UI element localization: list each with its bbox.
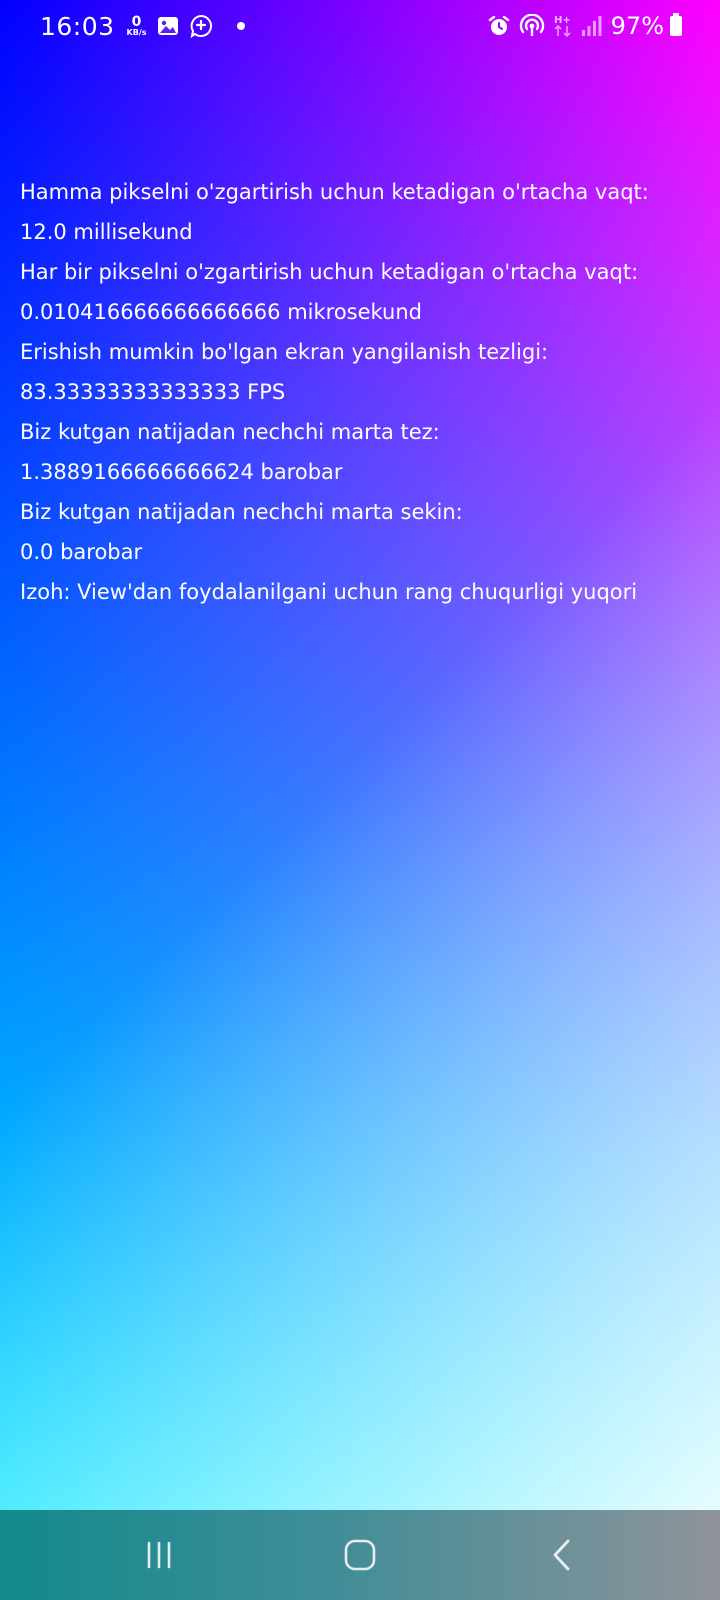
app-screen: 16:03 0 KB/s H+ 97% Hamma pikselni o'zga… — [0, 0, 720, 1600]
status-time: 16:03 — [40, 11, 115, 41]
result-line: Hamma pikselni o'zgartirish uchun ketadi… — [20, 180, 649, 204]
result-line: 12.0 millisekund — [20, 220, 193, 244]
recents-button[interactable] — [134, 1530, 184, 1580]
result-line: Biz kutgan natijadan nechchi marta tez: — [20, 420, 440, 444]
status-left: 16:03 0 KB/s — [40, 10, 245, 42]
notification-dot-icon — [236, 22, 245, 30]
back-icon — [553, 1539, 570, 1571]
gallery-icon — [157, 16, 179, 36]
back-button[interactable] — [537, 1530, 587, 1580]
battery-icon — [670, 13, 682, 36]
result-line: Erishish mumkin bo'lgan ekran yangilanis… — [20, 340, 549, 364]
network-speed-unit: KB/s — [126, 28, 147, 37]
result-line: 1.3889166666666624 barobar — [20, 460, 343, 484]
svg-text:H+: H+ — [554, 15, 571, 26]
alarm-icon — [487, 14, 511, 38]
result-line: 0.0 barobar — [20, 540, 143, 564]
status-right: H+ 97% — [487, 10, 682, 42]
battery-percent: 97% — [610, 12, 664, 40]
hplus-data-icon: H+ — [553, 13, 573, 39]
navigation-bar — [0, 1510, 720, 1600]
result-line: Har bir pikselni o'zgartirish uchun keta… — [20, 260, 639, 284]
result-line: Biz kutgan natijadan nechchi marta sekin… — [20, 500, 463, 524]
network-speed-value: 0 — [131, 14, 142, 30]
home-icon — [344, 1539, 376, 1571]
signal-icon — [581, 15, 603, 37]
recents-icon — [147, 1541, 171, 1569]
network-speed: 0 KB/s — [127, 15, 147, 37]
status-bar: 16:03 0 KB/s H+ 97% — [0, 0, 720, 52]
benchmark-results: Hamma pikselni o'zgartirish uchun ketadi… — [20, 172, 700, 612]
hotspot-icon — [519, 14, 545, 38]
result-line: 83.33333333333333 FPS — [20, 380, 286, 404]
result-note: Izoh: View'dan foydalanilgani uchun rang… — [20, 580, 638, 604]
result-line: 0.010416666666666666 mikrosekund — [20, 300, 423, 324]
messenger-icon — [189, 14, 213, 38]
home-button[interactable] — [335, 1530, 385, 1580]
